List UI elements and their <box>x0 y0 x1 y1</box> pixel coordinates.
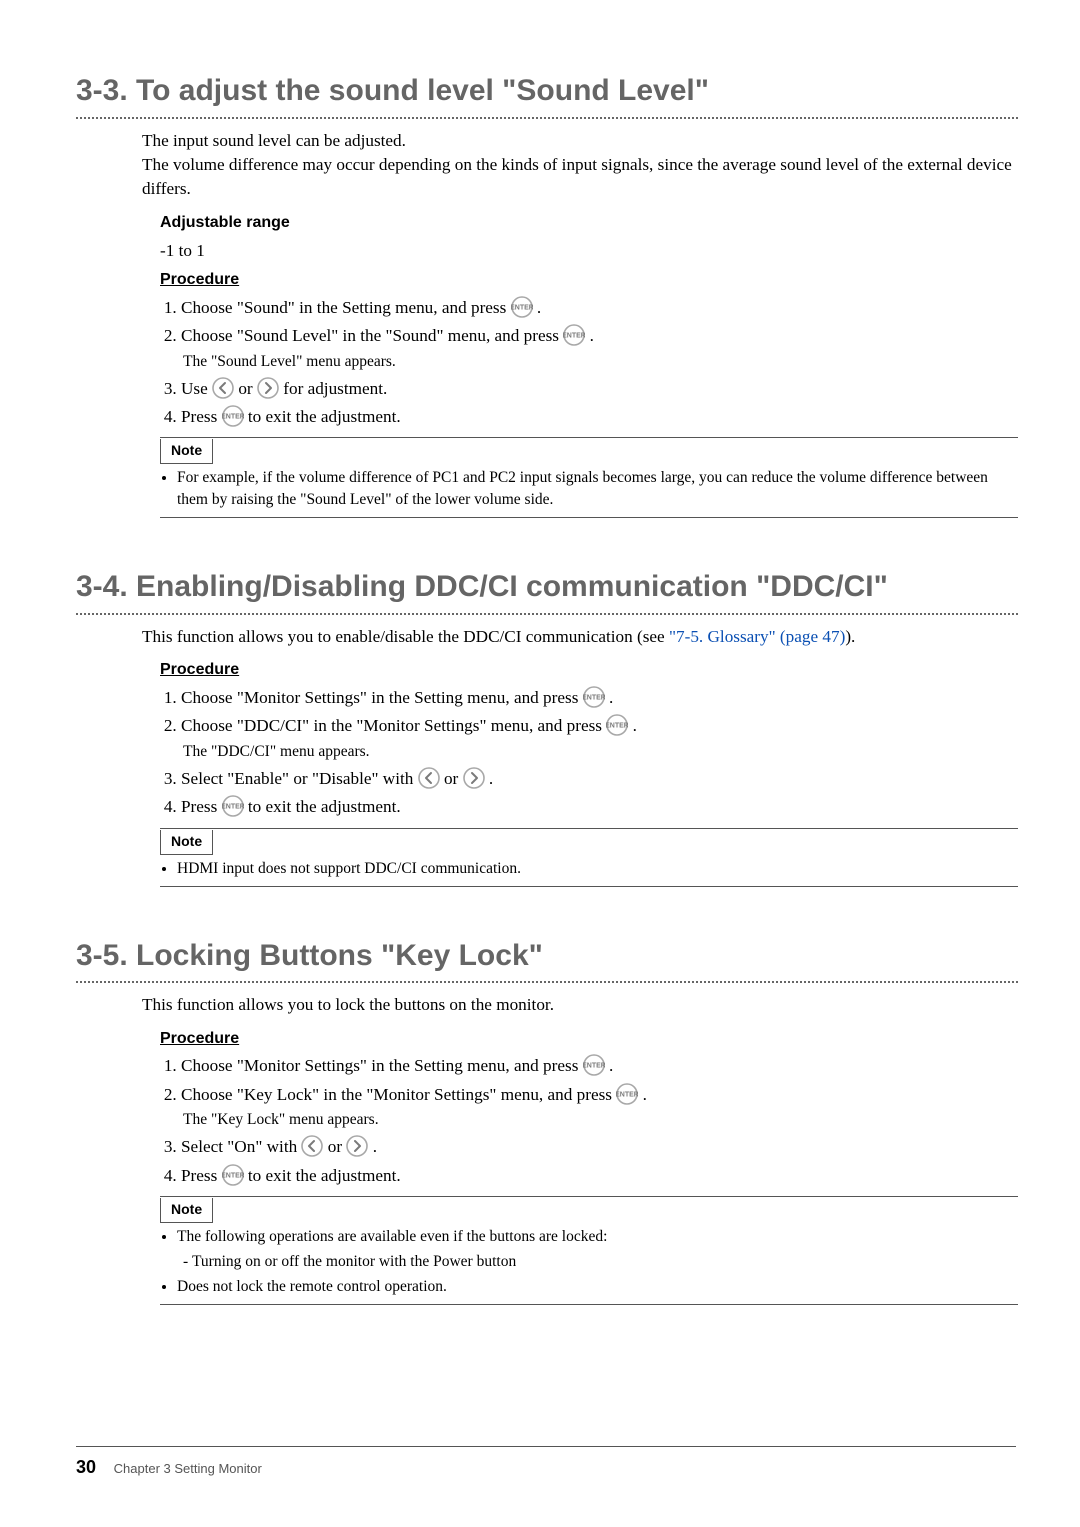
note-list: The following operations are available e… <box>160 1226 1018 1298</box>
right-icon <box>257 377 279 399</box>
note-item: The following operations are available e… <box>177 1226 1018 1273</box>
sub-procedure: Procedure <box>160 269 1018 292</box>
svg-text:ENTER: ENTER <box>583 1063 605 1070</box>
left-icon <box>418 767 440 789</box>
proc-step: Choose "Sound" in the Setting menu, and … <box>181 296 1018 320</box>
note-label: Note <box>160 830 213 855</box>
note-list: HDMI input does not support DDC/CI commu… <box>160 858 1018 880</box>
note-sublist: Turning on or off the monitor with the P… <box>177 1251 1018 1273</box>
dotted-rule <box>76 981 1018 983</box>
enter-icon: ENTER <box>511 296 533 318</box>
procedure-list-3-4: Choose "Monitor Settings" in the Setting… <box>160 686 1018 820</box>
note-box-3-3: Note For example, if the volume differen… <box>160 437 1018 518</box>
svg-text:ENTER: ENTER <box>563 332 585 339</box>
note-box-3-5: Note The following operations are availa… <box>160 1196 1018 1305</box>
section-title-3-5: 3-5. Locking Buttons "Key Lock" <box>76 887 1018 978</box>
svg-text:ENTER: ENTER <box>616 1091 638 1098</box>
intro-pre: This function allows you to enable/disab… <box>142 627 669 646</box>
enter-icon: ENTER <box>606 714 628 736</box>
enter-icon: ENTER <box>563 324 585 346</box>
note-label: Note <box>160 1198 213 1223</box>
chapter-label: Chapter 3 Setting Monitor <box>114 1461 262 1476</box>
proc-step: Select "Enable" or "Disable" with or . <box>181 767 1018 791</box>
note-list: For example, if the volume difference of… <box>160 467 1018 511</box>
left-icon <box>212 377 234 399</box>
enter-icon: ENTER <box>222 795 244 817</box>
svg-text:ENTER: ENTER <box>511 304 533 311</box>
enter-icon: ENTER <box>222 405 244 427</box>
proc-step: Press ENTER to exit the adjustment. <box>181 795 1018 819</box>
proc-step: Press ENTER to exit the adjustment. <box>181 405 1018 429</box>
body-3-4: Procedure Choose "Monitor Settings" in t… <box>160 659 1018 819</box>
intro-post: ). <box>845 627 855 646</box>
enter-icon: ENTER <box>583 686 605 708</box>
note-item: For example, if the volume difference of… <box>177 467 1018 511</box>
body-3-5: Procedure Choose "Monitor Settings" in t… <box>160 1028 1018 1188</box>
svg-text:ENTER: ENTER <box>222 804 244 811</box>
note-label: Note <box>160 439 213 464</box>
intro-line: The volume difference may occur dependin… <box>142 153 1018 202</box>
dotted-rule <box>76 117 1018 119</box>
proc-substep: The "DDC/CI" menu appears. <box>183 741 1018 763</box>
svg-text:ENTER: ENTER <box>222 413 244 420</box>
page-number: 30 <box>76 1457 96 1477</box>
right-icon <box>346 1135 368 1157</box>
section-title-3-4: 3-4. Enabling/Disabling DDC/CI communica… <box>76 518 1018 609</box>
page: 3-3. To adjust the sound level "Sound Le… <box>0 0 1080 1527</box>
left-icon <box>301 1135 323 1157</box>
intro-3-5: This function allows you to lock the but… <box>142 993 1018 1017</box>
intro-3-4: This function allows you to enable/disab… <box>142 625 1018 649</box>
proc-step: Choose "DDC/CI" in the "Monitor Settings… <box>181 714 1018 762</box>
proc-step: Press ENTER to exit the adjustment. <box>181 1164 1018 1188</box>
range-value: -1 to 1 <box>160 239 1018 263</box>
proc-substep: The "Sound Level" menu appears. <box>183 351 1018 373</box>
proc-step: Choose "Monitor Settings" in the Setting… <box>181 1054 1018 1078</box>
sub-procedure: Procedure <box>160 659 1018 682</box>
proc-step: Choose "Sound Level" in the "Sound" menu… <box>181 324 1018 372</box>
sub-adjustable-range: Adjustable range <box>160 212 1018 235</box>
proc-step: Choose "Monitor Settings" in the Setting… <box>181 686 1018 710</box>
section-title-3-3: 3-3. To adjust the sound level "Sound Le… <box>76 56 1018 113</box>
enter-icon: ENTER <box>222 1164 244 1186</box>
note-bottom-rule <box>160 1304 1018 1305</box>
proc-substep: The "Key Lock" menu appears. <box>183 1109 1018 1131</box>
svg-text:ENTER: ENTER <box>606 723 628 730</box>
enter-icon: ENTER <box>583 1054 605 1076</box>
note-box-3-4: Note HDMI input does not support DDC/CI … <box>160 828 1018 887</box>
svg-text:ENTER: ENTER <box>222 1172 244 1179</box>
intro-3-3: The input sound level can be adjusted. T… <box>142 129 1018 202</box>
note-item: HDMI input does not support DDC/CI commu… <box>177 858 1018 880</box>
procedure-list-3-3: Choose "Sound" in the Setting menu, and … <box>160 296 1018 430</box>
intro-line: The input sound level can be adjusted. <box>142 129 1018 153</box>
glossary-link[interactable]: "7-5. Glossary" (page 47) <box>669 627 845 646</box>
note-item: Does not lock the remote control operati… <box>177 1276 1018 1298</box>
sub-procedure: Procedure <box>160 1028 1018 1051</box>
proc-step: Use or for adjustment. <box>181 377 1018 401</box>
enter-icon: ENTER <box>616 1083 638 1105</box>
proc-step: Choose "Key Lock" in the "Monitor Settin… <box>181 1083 1018 1131</box>
intro-line: This function allows you to lock the but… <box>142 993 1018 1017</box>
right-icon <box>463 767 485 789</box>
body-3-3: Adjustable range -1 to 1 Procedure Choos… <box>160 212 1018 430</box>
note-top-rule <box>160 437 1018 438</box>
note-top-rule <box>160 1196 1018 1197</box>
note-subitem: Turning on or off the monitor with the P… <box>192 1251 1018 1273</box>
proc-step: Select "On" with or . <box>181 1135 1018 1159</box>
note-top-rule <box>160 828 1018 829</box>
svg-text:ENTER: ENTER <box>583 694 605 701</box>
page-footer: 30 Chapter 3 Setting Monitor <box>76 1446 1016 1481</box>
dotted-rule <box>76 613 1018 615</box>
procedure-list-3-5: Choose "Monitor Settings" in the Setting… <box>160 1054 1018 1188</box>
